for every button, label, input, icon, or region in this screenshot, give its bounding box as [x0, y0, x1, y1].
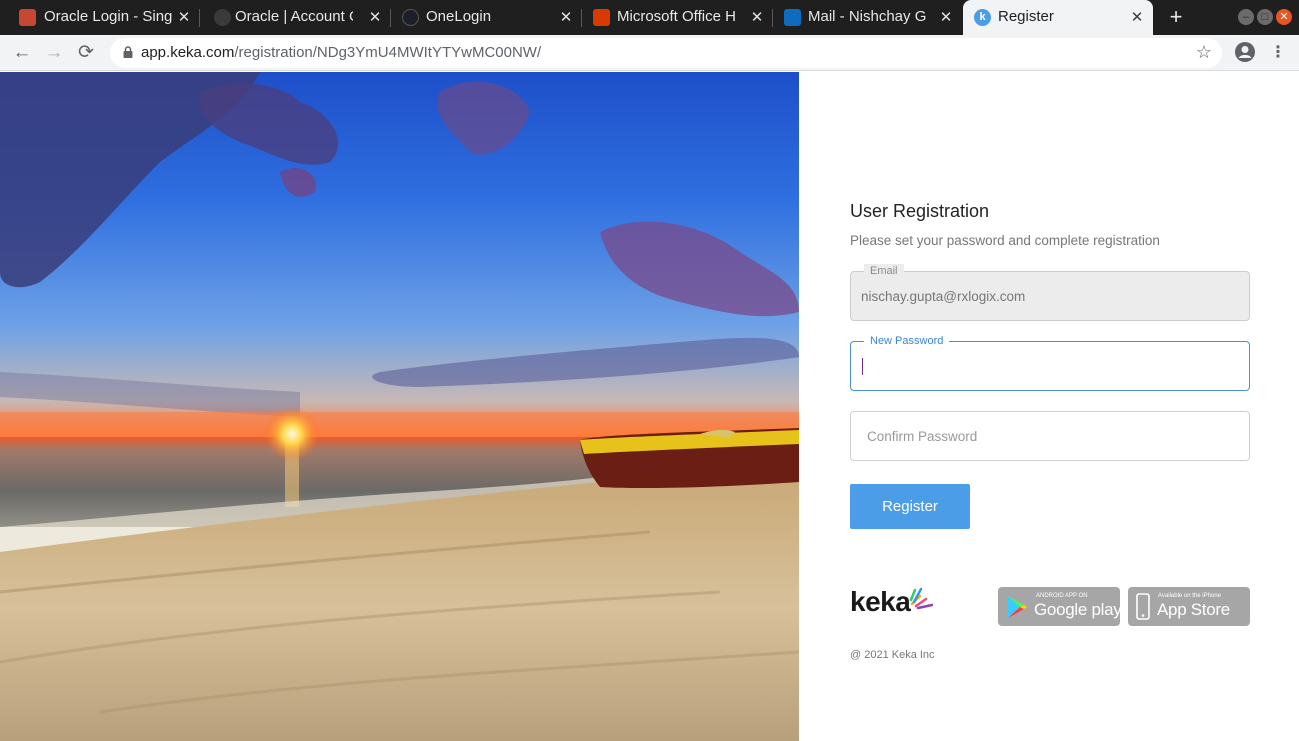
beach-sunset-image: [0, 72, 799, 741]
app-store-small-text: Available on the iPhone: [1158, 593, 1221, 599]
keka-logo-burst-icon: [909, 587, 934, 610]
close-icon[interactable]: ✕: [176, 8, 192, 26]
tab-strip: Oracle Login - Sing ✕ Oracle | Account C…: [0, 0, 1299, 35]
tab-title: Register: [998, 8, 1054, 25]
page-title: User Registration: [850, 201, 990, 221]
maximize-icon[interactable]: □: [1257, 9, 1273, 25]
tab-oracle-login[interactable]: Oracle Login - Sing ✕: [0, 0, 200, 35]
bookmark-star-icon[interactable]: ☆: [1196, 42, 1212, 63]
browser-toolbar: ← → ⟳ app.keka.com/registration/NDg3YmU4…: [0, 35, 1299, 71]
email-field: Email: [850, 264, 1250, 321]
url-text: app.keka.com/registration/NDg3YmU4MWItYT…: [141, 44, 541, 61]
close-icon[interactable]: ✕: [749, 8, 765, 26]
close-icon[interactable]: ✕: [367, 8, 383, 26]
boat-shape: [580, 428, 799, 489]
email-input: [851, 272, 1249, 320]
profile-icon[interactable]: [1234, 41, 1256, 63]
oracle-icon: [19, 9, 36, 26]
outlook-icon: [784, 9, 801, 26]
confirm-password-input[interactable]: [851, 412, 1249, 460]
lock-icon: [123, 46, 133, 58]
office-icon: [593, 9, 610, 26]
google-play-big-text: Google play: [1034, 600, 1122, 619]
iphone-icon: [1136, 593, 1150, 620]
address-bar[interactable]: app.keka.com/registration/NDg3YmU4MWItYT…: [110, 38, 1222, 68]
google-play-icon: [1008, 596, 1027, 618]
tab-onelogin[interactable]: OneLogin ✕: [391, 0, 582, 35]
tab-title: Mail - Nishchay Gu: [808, 8, 926, 25]
forward-icon[interactable]: →: [42, 41, 66, 65]
tab-title: OneLogin: [426, 8, 492, 25]
app-store-big-text: App Store: [1157, 600, 1230, 619]
back-icon[interactable]: ←: [10, 41, 34, 65]
oracle-account-icon: [214, 9, 231, 26]
copyright-text: @ 2021 Keka Inc: [850, 649, 935, 661]
new-password-field[interactable]: New Password: [850, 334, 1250, 391]
app-store-badge[interactable]: Available on the iPhone App Store: [1128, 587, 1250, 626]
minimize-icon[interactable]: –: [1238, 9, 1254, 25]
keka-icon: k: [974, 9, 991, 26]
url-path: /registration/NDg3YmU4MWItYTYwMC00NW/: [234, 44, 542, 61]
close-icon[interactable]: ✕: [1129, 8, 1145, 26]
reload-icon[interactable]: ⟳: [74, 41, 98, 65]
close-icon[interactable]: ✕: [558, 8, 574, 26]
tab-mail[interactable]: Mail - Nishchay Gu ✕: [773, 0, 962, 35]
menu-kebab-icon[interactable]: ⋮: [1266, 41, 1290, 65]
url-host: app.keka.com: [141, 44, 235, 61]
new-tab-button[interactable]: +: [1166, 4, 1186, 30]
text-caret: [862, 358, 863, 375]
registration-panel: User Registration Please set your passwo…: [799, 72, 1299, 741]
page-subtitle: Please set your password and complete re…: [850, 233, 1160, 248]
register-button[interactable]: Register: [850, 484, 970, 529]
tab-title: Oracle Login - Sing: [44, 8, 172, 25]
keka-logo: keka: [850, 586, 911, 617]
close-icon[interactable]: ✕: [938, 8, 954, 26]
google-play-small-text: ANDROID APP ON: [1036, 593, 1088, 599]
tab-register[interactable]: k Register ✕: [963, 0, 1153, 35]
tab-microsoft-office[interactable]: Microsoft Office H ✕: [582, 0, 773, 35]
tab-title: Microsoft Office H: [617, 8, 735, 25]
new-password-input[interactable]: [851, 342, 1249, 390]
confirm-password-field[interactable]: [850, 411, 1250, 461]
close-window-icon[interactable]: ✕: [1276, 9, 1292, 25]
tab-title: Oracle | Account C: [235, 8, 353, 25]
google-play-badge[interactable]: ANDROID APP ON Google play: [998, 587, 1122, 626]
tab-oracle-account[interactable]: Oracle | Account C ✕: [200, 0, 391, 35]
onelogin-icon: [402, 9, 419, 26]
